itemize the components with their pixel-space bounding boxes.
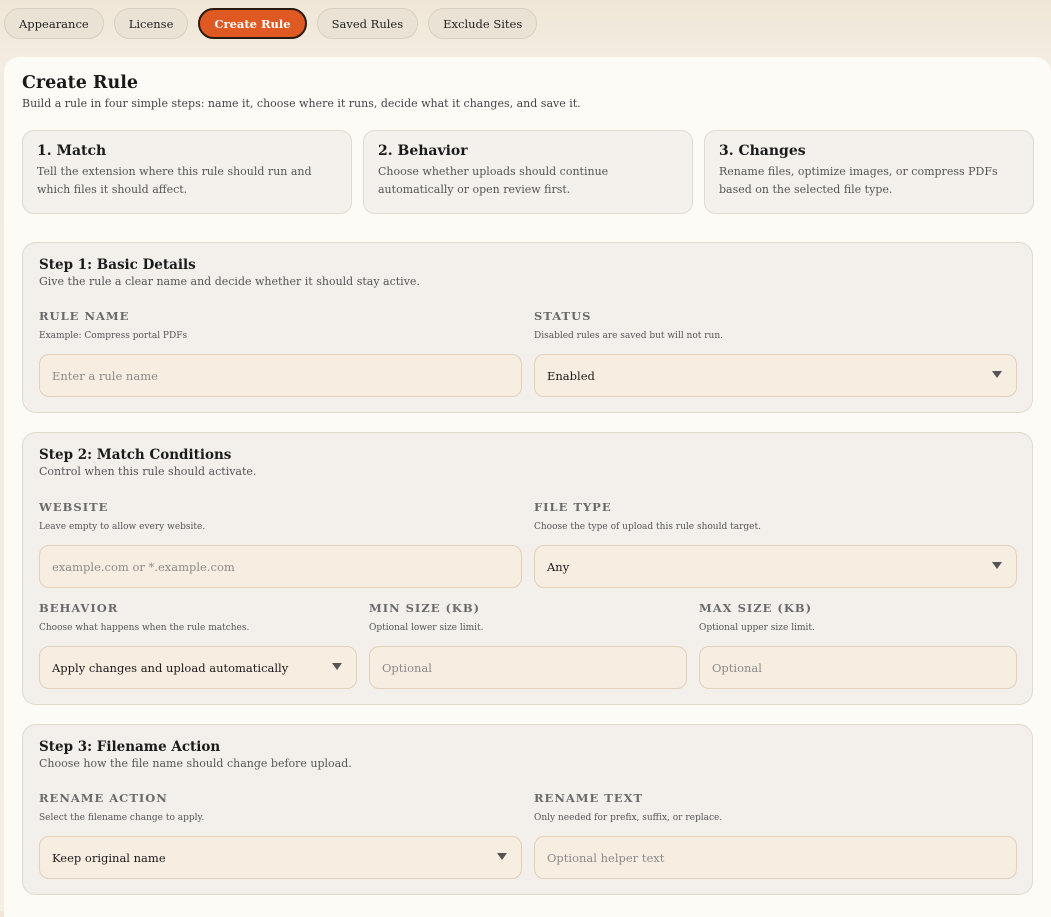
- section-subtitle: Choose how the file name should change b…: [39, 757, 352, 770]
- section-title: Step 3: Filename Action: [39, 739, 221, 755]
- section-title: Step 2: Match Conditions: [39, 447, 232, 463]
- create-rule-panel: Create Rule Build a rule in four simple …: [4, 57, 1051, 917]
- field-label: WEBSITE: [39, 500, 109, 514]
- rule-name-input[interactable]: Enter a rule name: [39, 354, 522, 397]
- rename-action-field: RENAME ACTION Select the filename change…: [39, 791, 204, 823]
- card-description: Rename files, optimize images, or compre…: [719, 165, 998, 196]
- field-label: RULE NAME: [39, 309, 130, 323]
- status-select[interactable]: Enabled: [534, 354, 1017, 397]
- tab-exclude-sites[interactable]: Exclude Sites: [428, 8, 538, 39]
- chevron-down-icon: [992, 562, 1002, 569]
- card-description: Choose whether uploads should continue a…: [378, 165, 609, 196]
- behavior-select[interactable]: Apply changes and upload automatically: [39, 646, 357, 689]
- rename-text-field: RENAME TEXT Only needed for prefix, suff…: [534, 791, 722, 823]
- field-hint: Choose the type of upload this rule shou…: [534, 522, 761, 532]
- field-label: RENAME ACTION: [39, 791, 168, 805]
- status-select-value: Enabled: [547, 368, 595, 383]
- tab-saved-rules[interactable]: Saved Rules: [316, 8, 419, 39]
- field-label: RENAME TEXT: [534, 791, 644, 805]
- settings-tabs: Appearance License Create Rule Saved Rul…: [4, 8, 538, 39]
- status-field: STATUS Disabled rules are saved but will…: [534, 309, 723, 341]
- rule-name-field: RULE NAME Example: Compress portal PDFs: [39, 309, 187, 341]
- file-type-select[interactable]: Any: [534, 545, 1017, 588]
- min-size-field: MIN SIZE (KB) Optional lower size limit.: [369, 601, 484, 633]
- field-label: MAX SIZE (KB): [699, 601, 813, 615]
- field-label: MIN SIZE (KB): [369, 601, 481, 615]
- behavior-select-value: Apply changes and upload automatically: [52, 660, 289, 675]
- field-hint: Optional lower size limit.: [369, 623, 484, 633]
- field-hint: Leave empty to allow every website.: [39, 522, 206, 532]
- card-title: 3. Changes: [719, 143, 806, 159]
- field-hint: Disabled rules are saved but will not ru…: [534, 331, 724, 341]
- file-type-select-value: Any: [547, 559, 570, 574]
- overview-card-changes: 3. Changes Rename files, optimize images…: [704, 130, 1034, 214]
- website-placeholder: example.com or *.example.com: [52, 559, 235, 574]
- step3-filename-action: Step 3: Filename Action Choose how the f…: [22, 724, 1033, 895]
- page-title: Create Rule: [22, 73, 138, 93]
- field-label: BEHAVIOR: [39, 601, 119, 615]
- min-size-input[interactable]: Optional: [369, 646, 687, 689]
- max-size-input[interactable]: Optional: [699, 646, 1017, 689]
- field-hint: Optional upper size limit.: [699, 623, 815, 633]
- chevron-down-icon: [332, 663, 342, 670]
- field-label: STATUS: [534, 309, 592, 323]
- rename-text-placeholder: Optional helper text: [547, 850, 665, 865]
- page-subtitle: Build a rule in four simple steps: name …: [22, 97, 581, 110]
- step2-match-conditions: Step 2: Match Conditions Control when th…: [22, 432, 1033, 705]
- rename-action-select-value: Keep original name: [52, 850, 166, 865]
- field-hint: Choose what happens when the rule matche…: [39, 623, 250, 633]
- max-size-placeholder: Optional: [712, 660, 762, 675]
- card-title: 1. Match: [37, 143, 107, 159]
- field-hint: Select the filename change to apply.: [39, 813, 205, 823]
- chevron-down-icon: [992, 371, 1002, 378]
- rename-text-input[interactable]: Optional helper text: [534, 836, 1017, 879]
- chevron-down-icon: [497, 853, 507, 860]
- tab-create-rule[interactable]: Create Rule: [198, 8, 307, 39]
- section-subtitle: Give the rule a clear name and decide wh…: [39, 275, 420, 288]
- step1-basic-details: Step 1: Basic Details Give the rule a cl…: [22, 242, 1033, 413]
- card-description: Tell the extension where this rule shoul…: [37, 165, 312, 196]
- field-hint: Only needed for prefix, suffix, or repla…: [534, 813, 723, 823]
- overview-card-behavior: 2. Behavior Choose whether uploads shoul…: [363, 130, 693, 214]
- rule-name-placeholder: Enter a rule name: [52, 368, 158, 383]
- section-title: Step 1: Basic Details: [39, 257, 196, 273]
- field-label: FILE TYPE: [534, 500, 612, 514]
- tab-appearance[interactable]: Appearance: [4, 8, 104, 39]
- field-hint: Example: Compress portal PDFs: [39, 331, 188, 341]
- website-input[interactable]: example.com or *.example.com: [39, 545, 522, 588]
- max-size-field: MAX SIZE (KB) Optional upper size limit.: [699, 601, 815, 633]
- file-type-field: FILE TYPE Choose the type of upload this…: [534, 500, 761, 532]
- behavior-field: BEHAVIOR Choose what happens when the ru…: [39, 601, 249, 633]
- overview-card-match: 1. Match Tell the extension where this r…: [22, 130, 352, 214]
- card-title: 2. Behavior: [378, 143, 468, 159]
- min-size-placeholder: Optional: [382, 660, 432, 675]
- rename-action-select[interactable]: Keep original name: [39, 836, 522, 879]
- section-subtitle: Control when this rule should activate.: [39, 465, 257, 478]
- step-overview-cards: 1. Match Tell the extension where this r…: [22, 130, 1034, 214]
- tab-license[interactable]: License: [113, 8, 189, 39]
- website-field: WEBSITE Leave empty to allow every websi…: [39, 500, 205, 532]
